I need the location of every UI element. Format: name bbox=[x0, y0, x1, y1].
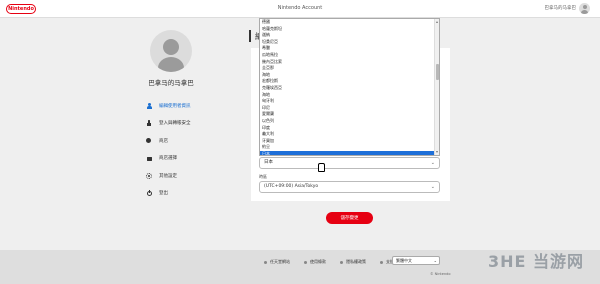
bag-icon bbox=[146, 155, 152, 162]
chevron-down-icon: ⌄ bbox=[433, 258, 437, 263]
avatar-body bbox=[158, 57, 184, 72]
title-marker bbox=[249, 30, 251, 42]
dropdown-option[interactable]: 圭亞那 bbox=[260, 65, 439, 72]
dropdown-option[interactable]: 牙買加 bbox=[260, 138, 439, 145]
country-dropdown-list[interactable]: 德國 哈薩克斯坦 迦納 坦桑尼亞 希臘 瓜地馬拉 幾內亞比索 圭亞那 海地 宏都拉斯 克羅埃西亞 海地… bbox=[259, 18, 440, 156]
dropdown-option[interactable]: 哈薩克斯坦 bbox=[260, 26, 439, 33]
profile-name: 巴拿马的马拿巴 bbox=[148, 79, 194, 87]
dropdown-scrollbar[interactable]: ▴ ▾ bbox=[434, 19, 439, 155]
dropdown-option[interactable]: 坦桑尼亞 bbox=[260, 39, 439, 46]
scrollbar-thumb[interactable] bbox=[436, 64, 439, 80]
dropdown-option[interactable]: 印度 bbox=[260, 125, 439, 132]
header-avatar[interactable] bbox=[579, 3, 590, 14]
footer-link-label: 使用條款 bbox=[310, 259, 326, 264]
sidebar-item-logout[interactable]: 登出 bbox=[146, 185, 246, 203]
dropdown-option[interactable]: 愛爾蘭 bbox=[260, 111, 439, 118]
top-bar: Nintendo Nintendo Account 巴拿马的马拿巴 bbox=[0, 0, 600, 18]
sidebar-item-label: 商店 bbox=[159, 138, 168, 144]
copyright: © Nintendo bbox=[430, 272, 451, 276]
footer-link-nintendo-site[interactable]: 任天堂網站 bbox=[264, 259, 290, 265]
sidebar-item-label: 編輯使用者資訊 bbox=[159, 103, 191, 109]
scroll-down-icon[interactable]: ▾ bbox=[436, 150, 438, 154]
dropdown-option[interactable]: 約旦 bbox=[260, 144, 439, 151]
language-select-value: 繁體中文 bbox=[396, 258, 412, 263]
sidebar-item-label: 其他設定 bbox=[159, 173, 177, 179]
sidebar-item-label: 登入與轉帳安全 bbox=[159, 121, 191, 127]
dropdown-option[interactable]: 海地 bbox=[260, 92, 439, 99]
dropdown-option[interactable]: 德國 bbox=[260, 19, 439, 26]
dropdown-option[interactable]: 希臘 bbox=[260, 45, 439, 52]
avatar-head bbox=[163, 39, 179, 55]
chevron-down-icon: ⌄ bbox=[430, 160, 435, 166]
page-header-title: Nintendo Account bbox=[277, 5, 323, 11]
coin-icon bbox=[146, 138, 152, 144]
dropdown-option[interactable]: 克羅埃西亞 bbox=[260, 85, 439, 92]
language-select[interactable]: 繁體中文 ⌄ bbox=[392, 256, 440, 265]
country-select[interactable]: 日本 ⌄ bbox=[259, 157, 440, 169]
dropdown-option[interactable]: 瓜地馬拉 bbox=[260, 52, 439, 59]
timezone-select[interactable]: (UTC+09:00) Asia/Tokyo ⌄ bbox=[259, 181, 440, 193]
footer-link-label: 隱私權政策 bbox=[346, 259, 366, 264]
dropdown-option[interactable]: 印尼 bbox=[260, 105, 439, 112]
dropdown-option[interactable]: 宏都拉斯 bbox=[260, 78, 439, 85]
sidebar-item-label: 登出 bbox=[159, 191, 168, 197]
link-icon bbox=[340, 260, 343, 264]
link-icon bbox=[304, 260, 307, 264]
dropdown-option[interactable]: 迦納 bbox=[260, 32, 439, 39]
dropdown-option[interactable]: 義大利 bbox=[260, 131, 439, 138]
dropdown-option[interactable]: 海地 bbox=[260, 72, 439, 79]
lock-icon bbox=[146, 120, 152, 127]
watermark: 3HE 当游网 bbox=[488, 252, 585, 271]
dropdown-option[interactable]: 以色列 bbox=[260, 118, 439, 125]
footer-links: 任天堂網站 使用條款 隱私權政策 支援 bbox=[264, 259, 394, 265]
sidebar-item-security[interactable]: 登入與轉帳安全 bbox=[146, 115, 246, 133]
timezone-label: 時區 bbox=[259, 174, 267, 179]
footer-link-privacy[interactable]: 隱私權政策 bbox=[340, 259, 366, 265]
footer-link-terms[interactable]: 使用條款 bbox=[304, 259, 326, 265]
link-icon bbox=[264, 260, 267, 264]
power-icon bbox=[146, 190, 152, 196]
avatar bbox=[150, 30, 192, 72]
header-username[interactable]: 巴拿马的马拿巴 bbox=[545, 5, 577, 11]
sidebar-menu: 編輯使用者資訊 登入與轉帳安全 商店 商店選擇 其他設定 登出 bbox=[146, 97, 246, 202]
timezone-select-value: (UTC+09:00) Asia/Tokyo bbox=[264, 184, 319, 189]
scroll-up-icon[interactable]: ▴ bbox=[436, 20, 438, 24]
sidebar-item-shop[interactable]: 商店 bbox=[146, 132, 246, 150]
country-select-value: 日本 bbox=[264, 160, 273, 165]
sidebar-item-label: 商店選擇 bbox=[159, 156, 177, 162]
sidebar-item-edit-profile[interactable]: 編輯使用者資訊 bbox=[146, 97, 246, 115]
chevron-down-icon: ⌄ bbox=[430, 184, 435, 190]
footer-link-label: 任天堂網站 bbox=[270, 259, 290, 264]
link-icon bbox=[380, 260, 383, 264]
dropdown-option[interactable]: 幾內亞比索 bbox=[260, 59, 439, 66]
save-button[interactable]: 儲存變更 bbox=[326, 212, 373, 224]
dropdown-option[interactable]: 日本 bbox=[260, 150, 439, 155]
dropdown-option[interactable]: 匈牙利 bbox=[260, 98, 439, 105]
sidebar-item-shop-select[interactable]: 商店選擇 bbox=[146, 150, 246, 168]
dropdown-options: 德國 哈薩克斯坦 迦納 坦桑尼亞 希臘 瓜地馬拉 幾內亞比索 圭亞那 海地 宏都拉斯 克羅埃西亞 海地… bbox=[260, 19, 439, 155]
user-icon bbox=[146, 102, 152, 109]
sidebar-item-other-settings[interactable]: 其他設定 bbox=[146, 167, 246, 185]
gear-icon bbox=[146, 172, 152, 179]
